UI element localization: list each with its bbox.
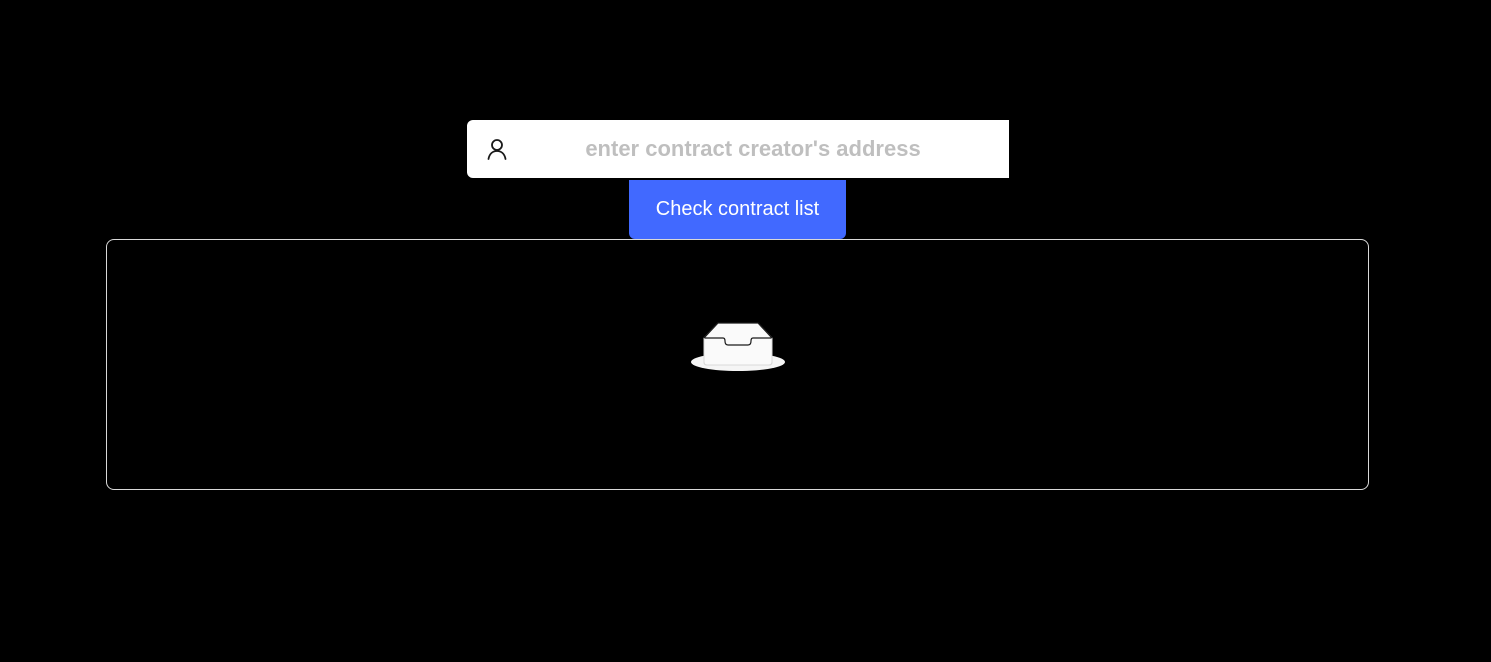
page: Check contract list xyxy=(0,0,1491,662)
contract-list-panel xyxy=(106,239,1369,490)
check-contract-list-button[interactable]: Check contract list xyxy=(629,180,846,239)
contract-creator-address-input[interactable] xyxy=(525,120,981,178)
empty-inbox-icon xyxy=(690,312,786,374)
search-field[interactable] xyxy=(467,120,1009,178)
user-icon xyxy=(485,137,509,161)
